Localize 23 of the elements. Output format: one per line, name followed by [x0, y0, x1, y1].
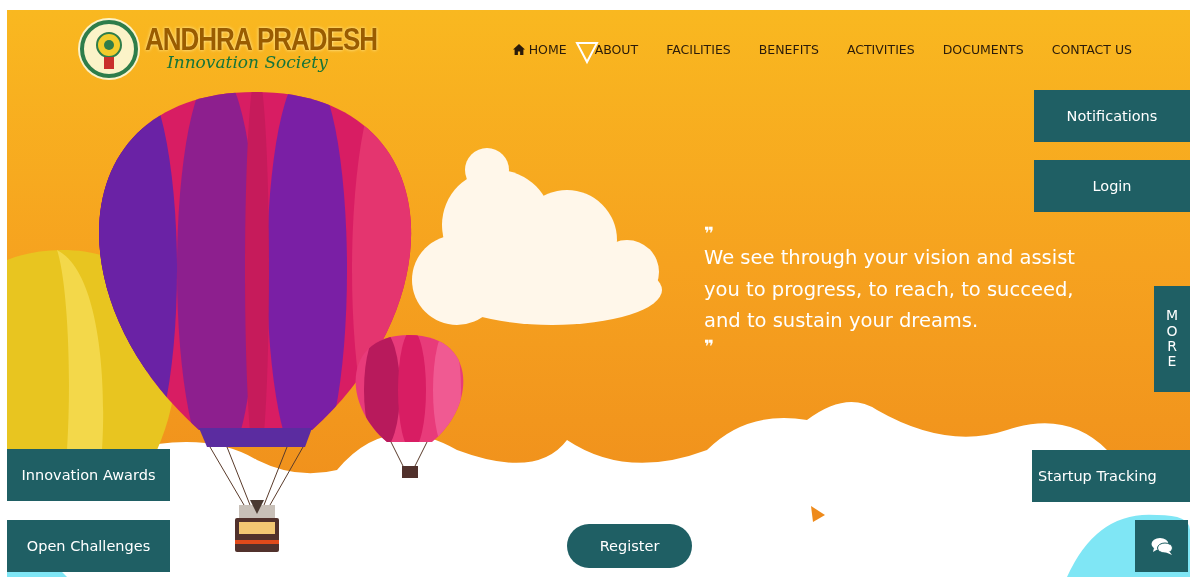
home-icon	[512, 43, 525, 55]
logo-title: ANDHRA PRADESH	[145, 23, 378, 55]
nav-link[interactable]: HOME	[512, 41, 567, 57]
side-button[interactable]: Open Challenges	[7, 520, 170, 572]
quote-mark: ❞	[704, 224, 715, 242]
quote-text: We see through your vision and assist you to progress, to reach, to succeed, and to sustain your dreams.	[704, 245, 1076, 334]
more-tab[interactable]: MORE	[1154, 286, 1190, 392]
side-button[interactable]: Login	[1034, 160, 1190, 212]
side-button[interactable]: Notifications	[1034, 90, 1190, 142]
register-button[interactable]: Register	[567, 524, 692, 568]
emblem-icon	[77, 17, 141, 81]
nav-link[interactable]: BENEFITS	[758, 41, 819, 57]
nav-link[interactable]: DOCUMENTS	[942, 41, 1024, 57]
nav-link[interactable]: FACILITIES	[666, 41, 731, 57]
nav-link[interactable]: CONTACT US	[1051, 41, 1132, 57]
side-button[interactable]: Startup Tracking	[1032, 450, 1190, 502]
side-button[interactable]: Innovation Awards	[7, 449, 170, 501]
chat-button[interactable]	[1135, 520, 1188, 572]
logo-subtitle: Innovation Society	[167, 52, 329, 72]
quote-mark: ❞	[704, 336, 715, 355]
nav-link[interactable]: ABOUT	[594, 41, 639, 57]
chat-icon	[1150, 537, 1173, 555]
nav-link[interactable]: ACTIVITIES	[846, 41, 915, 57]
